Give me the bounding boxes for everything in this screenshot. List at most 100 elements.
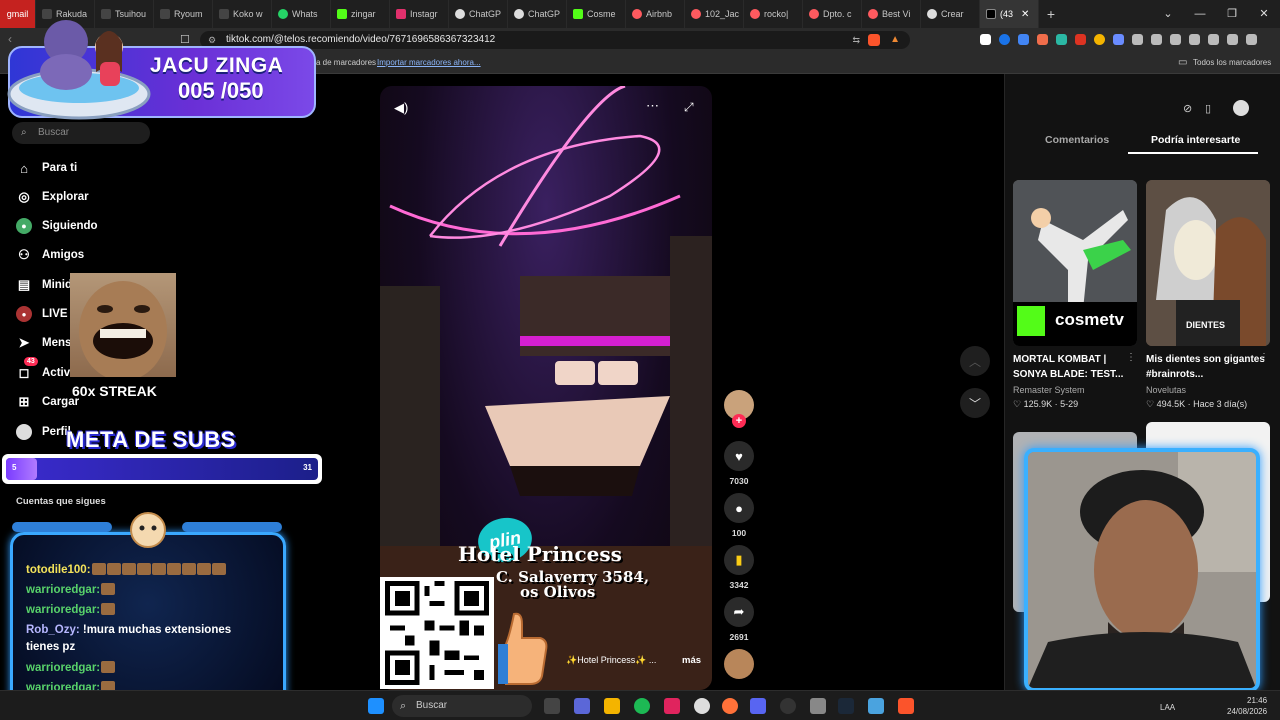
qr-code xyxy=(380,577,494,689)
sidebar-item-minidramas[interactable]: ▤ Minid xyxy=(16,277,72,293)
more-options-icon[interactable]: ⋮ xyxy=(1126,352,1136,363)
language-indicator[interactable]: LAA xyxy=(1160,703,1175,712)
tab-airbnb-3[interactable]: rocko| xyxy=(744,0,803,28)
recommended-video-author[interactable]: Novelutas xyxy=(1146,385,1186,395)
extension-icon[interactable] xyxy=(980,34,991,45)
recommended-video-title[interactable]: MORTAL KOMBAT | SONYA BLADE: TEST... xyxy=(1013,352,1138,382)
sound-disc[interactable] xyxy=(724,649,754,679)
tab-chatgpt-2[interactable]: ChatGP xyxy=(508,0,567,28)
all-bookmarks-button[interactable]: Todos los marcadores xyxy=(1193,58,1271,67)
sidebar-item-label: Minid xyxy=(42,279,73,291)
task-view-icon[interactable] xyxy=(544,698,560,714)
tab-airbnb-5[interactable]: Best Vi xyxy=(862,0,921,28)
tab-airbnb-1[interactable]: Airbnb xyxy=(626,0,685,28)
brave-shield-icon[interactable] xyxy=(868,34,880,46)
file-explorer-icon[interactable] xyxy=(604,698,620,714)
tab-kick-zingara[interactable]: zingar xyxy=(331,0,390,28)
wallet-icon[interactable] xyxy=(1189,34,1200,45)
app-icon[interactable] xyxy=(664,698,680,714)
app-icon[interactable] xyxy=(694,698,710,714)
tab-recommended[interactable]: Podría interesarte xyxy=(1151,134,1240,146)
firefox-icon[interactable] xyxy=(722,698,738,714)
share-button[interactable]: ➦ xyxy=(724,597,754,627)
windows-start-icon[interactable] xyxy=(368,698,384,714)
device-icon[interactable]: ▯ xyxy=(1205,102,1211,115)
taskbar-search[interactable]: ⌕ Buscar xyxy=(392,695,532,717)
tab-label: ChatGP xyxy=(528,9,561,19)
tab-whatsapp[interactable]: Whats xyxy=(272,0,331,28)
more-options-icon[interactable]: ⋯ xyxy=(646,98,659,114)
tab-kick-cosme[interactable]: Cosme xyxy=(567,0,626,28)
more-options-icon[interactable]: ⋮ xyxy=(1259,352,1269,363)
translate-icon[interactable]: ⇆ xyxy=(852,31,860,49)
restore-icon[interactable]: ❐ xyxy=(1216,0,1248,28)
spotify-icon[interactable] xyxy=(634,698,650,714)
caption-more-link[interactable]: más xyxy=(682,655,701,666)
recommended-video-author[interactable]: Remaster System xyxy=(1013,385,1085,395)
clock[interactable]: 21:46 24/08/2026 xyxy=(1227,695,1267,717)
import-bookmarks-link[interactable]: Importar marcadores ahora... xyxy=(377,58,481,67)
sidebar-item-siguiendo[interactable]: ● Siguiendo xyxy=(16,218,98,234)
obs-icon[interactable] xyxy=(780,698,796,714)
tab-crear[interactable]: Crear xyxy=(921,0,980,28)
recommended-video-thumbnail[interactable]: cosmetv xyxy=(1013,180,1137,346)
volume-icon[interactable]: ◀) xyxy=(394,100,408,116)
sidebar-item-actividad[interactable]: ◻ Activi 43 xyxy=(16,357,73,381)
tab-airbnb-4[interactable]: Dpto. c xyxy=(803,0,862,28)
sidebar-item-explorar[interactable]: ◎ Explorar xyxy=(16,189,88,205)
tab-tiktok-active[interactable]: (43 ✕ xyxy=(980,0,1039,28)
steam-icon[interactable] xyxy=(838,698,854,714)
settings-icon[interactable] xyxy=(810,698,826,714)
sidebar-item-amigos[interactable]: ⚇ Amigos xyxy=(16,247,84,263)
sidebar-item-live[interactable]: ● LIVE xyxy=(16,306,68,322)
friends-icon: ⚇ xyxy=(18,247,30,262)
recommended-video-thumbnail[interactable]: DIENTES xyxy=(1146,180,1270,346)
previous-video-button[interactable]: ︿ xyxy=(960,346,990,376)
menu-icon[interactable] xyxy=(1246,34,1257,45)
tab-comments[interactable]: Comentarios xyxy=(1045,134,1109,146)
sidebar-item-mensajes[interactable]: ➤ Mens xyxy=(16,335,72,351)
tab-ryoum[interactable]: Ryoum xyxy=(154,0,213,28)
gift-icon[interactable]: ⊘ xyxy=(1183,102,1192,115)
new-tab-button[interactable]: + xyxy=(1039,6,1063,22)
fullscreen-icon[interactable]: ⤢ xyxy=(684,100,694,115)
vpn-icon[interactable] xyxy=(1227,34,1238,45)
like-button[interactable]: ♥ xyxy=(724,441,754,471)
brave-rewards-icon[interactable]: ▲ xyxy=(890,31,900,49)
minimize-icon[interactable]: — xyxy=(1184,0,1216,28)
search-input[interactable]: ⌕ Buscar xyxy=(12,122,150,144)
sidebar-item-cargar[interactable]: ⊞ Cargar xyxy=(16,394,80,410)
tab-airbnb-2[interactable]: 102_Jac xyxy=(685,0,744,28)
extension-icon[interactable] xyxy=(1094,34,1105,45)
next-video-button[interactable]: ﹀ xyxy=(960,388,990,418)
brave-icon[interactable] xyxy=(898,698,914,714)
tab-chatgpt-1[interactable]: ChatGP xyxy=(449,0,508,28)
tab-instagram[interactable]: Instagr xyxy=(390,0,449,28)
sidebar-icon[interactable] xyxy=(1170,34,1181,45)
extension-icon[interactable] xyxy=(1113,34,1124,45)
subs-goal-target: 31 xyxy=(303,463,312,472)
extension-icon[interactable] xyxy=(1018,34,1029,45)
close-tab-icon[interactable]: ✕ xyxy=(1021,9,1029,20)
leo-icon[interactable] xyxy=(1208,34,1219,45)
recommended-video-title[interactable]: Mis dientes son gigantes #brainrots... xyxy=(1146,352,1271,382)
profile-avatar[interactable] xyxy=(1233,100,1249,116)
sidebar-item-perfil[interactable]: Perfil xyxy=(16,424,71,440)
puzzle-icon[interactable] xyxy=(1132,34,1143,45)
extension-icon[interactable] xyxy=(999,34,1010,45)
extension-icon[interactable] xyxy=(1037,34,1048,45)
extension-icon[interactable] xyxy=(1075,34,1086,45)
extension-icon[interactable] xyxy=(1056,34,1067,45)
app-icon[interactable] xyxy=(574,698,590,714)
close-window-icon[interactable]: ✕ xyxy=(1248,0,1280,28)
sidebar-item-para-ti[interactable]: ⌂ Para ti xyxy=(16,160,77,176)
reading-list-icon[interactable] xyxy=(1151,34,1162,45)
comment-button[interactable]: ● xyxy=(724,493,754,523)
discord-icon[interactable] xyxy=(750,698,766,714)
tab-search-icon[interactable]: ⌄ xyxy=(1152,0,1184,28)
app-icon[interactable] xyxy=(868,698,884,714)
save-button[interactable]: ▮ xyxy=(724,545,754,575)
tab-koko[interactable]: Koko w xyxy=(213,0,272,28)
bookmark-icon[interactable]: ☐ xyxy=(180,33,190,46)
follow-plus-icon[interactable]: + xyxy=(732,414,746,428)
